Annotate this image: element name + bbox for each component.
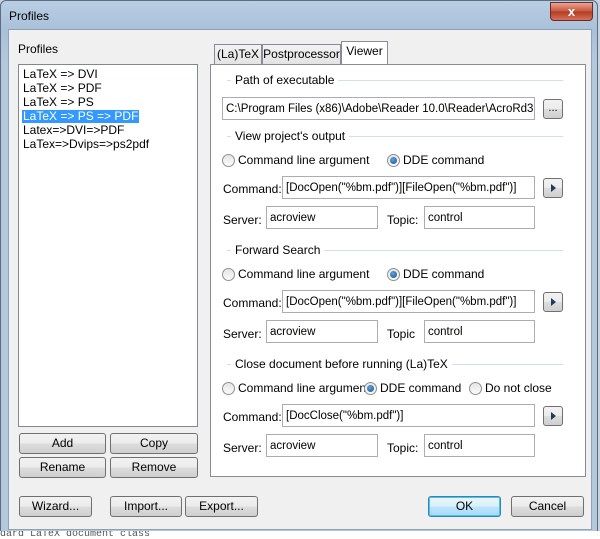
- add-button[interactable]: Add: [19, 433, 106, 454]
- tab-latex[interactable]: (La)TeX: [214, 44, 262, 64]
- close-server-field[interactable]: acroview: [266, 434, 378, 457]
- list-item[interactable]: LaTex=>Dvips=>ps2pdf: [22, 138, 150, 151]
- remove-button[interactable]: Remove: [110, 457, 198, 478]
- forward-server-label: Server:: [223, 327, 262, 341]
- close-command-insert-button[interactable]: [543, 406, 563, 426]
- view-topic-label: Topic:: [387, 213, 419, 227]
- forward-cmd-label: Command line argument: [238, 267, 370, 281]
- tab-postprocessor[interactable]: Postprocessor: [262, 44, 341, 64]
- background-editor-text: dard LaTeX document class: [0, 531, 600, 539]
- window-title: Profiles: [9, 9, 50, 23]
- list-item[interactable]: LaTeX => PS: [22, 96, 95, 109]
- close-command-label: Command:: [223, 410, 282, 424]
- view-dde-label: DDE command: [403, 153, 485, 167]
- background-text: dard LaTeX document class: [0, 531, 151, 539]
- close-cmd-label: Command line argument: [238, 381, 370, 395]
- do-not-close-label: Do not close: [485, 381, 552, 395]
- close-topic-label: Topic:: [387, 441, 419, 455]
- forward-topic-label: Topic: [387, 327, 416, 341]
- browse-button[interactable]: ...: [543, 99, 563, 119]
- close-command-field[interactable]: [DocClose("%bm.pdf")]: [282, 404, 535, 427]
- view-server-label: Server:: [223, 213, 262, 227]
- close-server-label: Server:: [223, 441, 262, 455]
- forward-cmd-radio[interactable]: [222, 268, 235, 281]
- close-topic-field[interactable]: control: [424, 434, 535, 457]
- forward-command-insert-button[interactable]: [543, 292, 563, 312]
- view-server-field[interactable]: acroview: [266, 206, 378, 229]
- forward-topic-field[interactable]: control: [424, 320, 535, 343]
- list-item-selected[interactable]: LaTeX => PS => PDF: [22, 110, 140, 123]
- ellipsis-icon: ...: [548, 102, 558, 114]
- arrow-right-icon: [550, 298, 556, 306]
- close-cmd-radio[interactable]: [222, 382, 235, 395]
- forward-command-label: Command:: [223, 296, 282, 310]
- forward-server-field[interactable]: acroview: [266, 320, 378, 343]
- wizard-button[interactable]: Wizard...: [19, 496, 92, 517]
- forward-search-group-label: Forward Search: [231, 243, 325, 257]
- forward-dde-label: DDE command: [403, 267, 485, 281]
- view-topic-field[interactable]: control: [424, 206, 535, 229]
- forward-dde-radio[interactable]: [387, 268, 400, 281]
- view-command-label: Command:: [223, 182, 282, 196]
- cancel-button[interactable]: Cancel: [511, 496, 584, 517]
- forward-command-field[interactable]: [DocOpen("%bm.pdf")][FileOpen("%bm.pdf")…: [282, 290, 535, 313]
- title-bar: Profiles x: [1, 1, 597, 29]
- close-dde-radio[interactable]: [364, 382, 377, 395]
- list-item[interactable]: LaTeX => DVI: [22, 68, 99, 81]
- view-command-field[interactable]: [DocOpen("%bm.pdf")][FileOpen("%bm.pdf")…: [282, 176, 535, 199]
- profiles-label: Profiles: [18, 42, 59, 56]
- viewer-panel: Path of executable C:\Program Files (x86…: [210, 64, 586, 477]
- list-item[interactable]: LaTeX => PDF: [22, 82, 103, 95]
- ok-button[interactable]: OK: [428, 496, 501, 517]
- view-cmd-radio[interactable]: [222, 154, 235, 167]
- tab-viewer[interactable]: Viewer: [341, 41, 388, 64]
- copy-button[interactable]: Copy: [110, 433, 198, 454]
- arrow-right-icon: [550, 412, 556, 420]
- arrow-right-icon: [550, 184, 556, 192]
- close-button[interactable]: x: [550, 2, 593, 21]
- close-dde-label: DDE command: [380, 381, 462, 395]
- list-item[interactable]: Latex=>DVI=>PDF: [22, 124, 125, 137]
- do-not-close-radio[interactable]: [469, 382, 482, 395]
- profiles-list[interactable]: LaTeX => DVI LaTeX => PDF LaTeX => PS La…: [18, 64, 198, 427]
- close-doc-group-label: Close document before running (La)TeX: [231, 357, 452, 371]
- profiles-dialog: Profiles x Profiles LaTeX => DVI LaTeX =…: [0, 0, 598, 537]
- import-button[interactable]: Import...: [110, 496, 182, 517]
- path-group-label: Path of executable: [231, 73, 339, 87]
- rename-button[interactable]: Rename: [19, 457, 106, 478]
- dialog-client: Profiles LaTeX => DVI LaTeX => PDF LaTeX…: [8, 29, 592, 530]
- executable-path-field[interactable]: C:\Program Files (x86)\Adobe\Reader 10.0…: [222, 97, 535, 120]
- view-command-insert-button[interactable]: [543, 178, 563, 198]
- export-button[interactable]: Export...: [185, 496, 258, 517]
- view-output-group-label: View project's output: [231, 129, 350, 143]
- close-icon: x: [567, 4, 576, 19]
- view-cmd-label: Command line argument: [238, 153, 370, 167]
- view-dde-radio[interactable]: [387, 154, 400, 167]
